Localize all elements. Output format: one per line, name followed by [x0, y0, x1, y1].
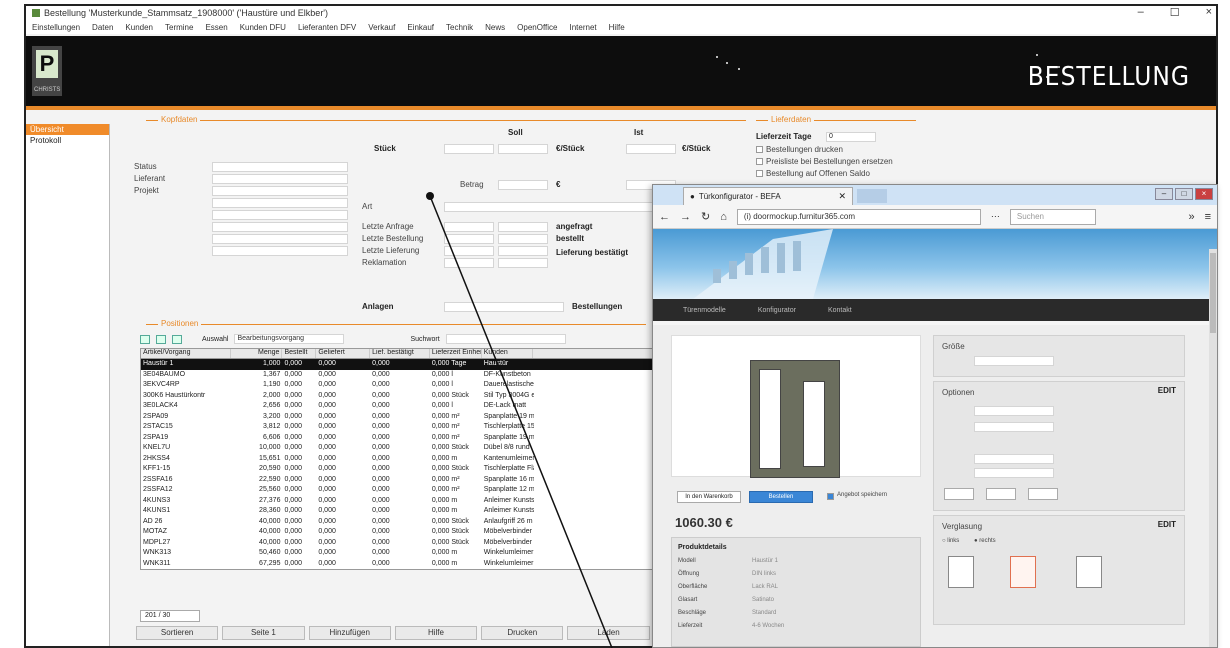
callout-line: [429, 195, 613, 648]
callout-dot: [426, 192, 434, 200]
callout-pointer: [426, 192, 613, 648]
page: Bestellung 'Musterkunde_Stammsatz_190800…: [0, 0, 1230, 648]
